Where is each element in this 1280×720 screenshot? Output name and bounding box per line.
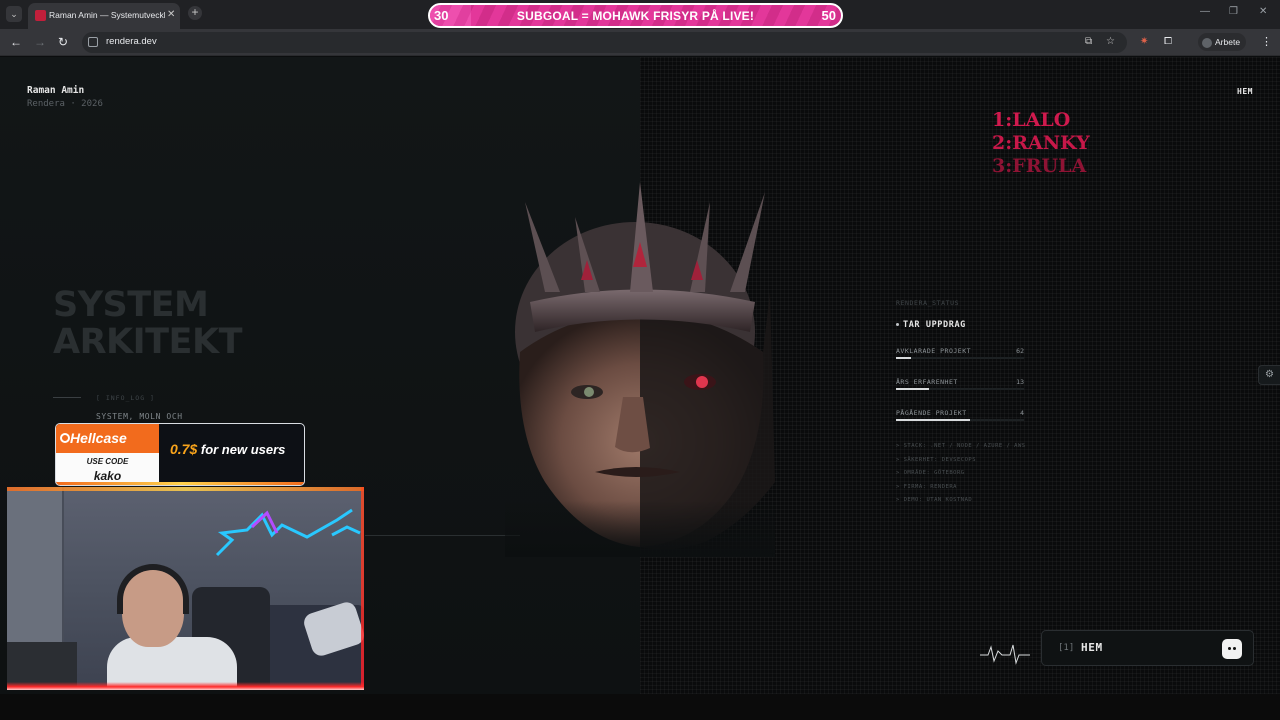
settings-gear-icon[interactable]: ⚙ (1258, 365, 1280, 385)
stat-label: ÅRS ERFARENHET (896, 378, 958, 386)
hero-title: SYSTEM ARKITEKT (53, 287, 273, 361)
webcam-feed (7, 487, 364, 690)
status-state: TAR UPPDRAG (896, 320, 1024, 330)
new-tab-button[interactable]: + (188, 6, 202, 20)
tab-close-icon[interactable]: ✕ (167, 9, 175, 20)
stat-value: 13 (1016, 378, 1024, 386)
tab-title: Raman Amin — Systemutveckla (49, 10, 165, 20)
connector-line (365, 535, 520, 536)
status-dot-icon (896, 323, 899, 326)
leaderboard-entry: 1:LALO (992, 109, 1071, 131)
browser-toolbar: ← → ↻ rendera.dev ⧉ ☆ ✷ ⧠ Arbete ⋮ (0, 29, 1280, 56)
site-owner-name[interactable]: Raman Amin (27, 85, 84, 96)
extensions-puzzle-icon[interactable]: ⧠ (1164, 36, 1172, 47)
stat-value: 62 (1016, 347, 1024, 355)
profile-avatar (1202, 37, 1212, 48)
detail-line: > OMRÅDE: GÖTEBORG (896, 470, 965, 476)
info-description: SYSTEM, MOLN OCH (96, 412, 183, 421)
webcam-fire-border (7, 682, 364, 690)
back-arrow-icon[interactable]: ← (10, 35, 22, 49)
chat-bot-button[interactable] (1222, 639, 1242, 659)
close-window-button[interactable]: ✕ (1259, 6, 1267, 17)
stat-fill-bar (896, 419, 971, 421)
crowned-portrait-image (505, 182, 775, 557)
stat-label: PÅGÅENDE PROJEKT (896, 409, 967, 417)
terminal-label: HEM (1081, 641, 1103, 654)
stat-value: 4 (1020, 409, 1024, 417)
subgoal-target-count: 50 (821, 8, 836, 23)
stat-track (896, 357, 1024, 359)
stat-fill-bar (896, 357, 912, 359)
stat-row: ÅRS ERFARENHET 13 (896, 378, 1024, 392)
status-details: > STACK: .NET / NODE / AZURE / AWS > SÄK… (896, 440, 1026, 508)
bottom-strip (0, 694, 1280, 720)
leaderboard-overlay: 1:LALO 2:RANKY 3:FRULA (992, 109, 1090, 178)
sponsor-offer: 0.7$ for new users (170, 441, 285, 457)
maximize-button[interactable]: ❐ (1229, 6, 1238, 17)
address-bar[interactable]: rendera.dev ⧉ ☆ (82, 32, 1127, 53)
tab-favicon-icon (35, 10, 46, 21)
webcam-frame-side (361, 487, 364, 690)
info-log-label: [ INFO_LOG ] (96, 394, 155, 402)
sponsor-flame-border (56, 482, 304, 485)
extension-icon[interactable]: ✷ (1140, 36, 1148, 47)
minimize-button[interactable]: — (1200, 6, 1210, 17)
stat-label: AVKLARADE PROJEKT (896, 347, 972, 355)
status-panel-label: RENDERA_STATUS (896, 299, 960, 307)
info-divider (53, 397, 81, 398)
sponsor-code-label: USE CODE (86, 457, 129, 466)
site-subtitle: Rendera · 2026 (27, 99, 103, 109)
leaderboard-entry: 3:FRULA (992, 155, 1087, 177)
heartbeat-icon (980, 644, 1030, 665)
sponsor-banner: Hellcase USE CODE kako 0.7$ for new user… (55, 423, 305, 486)
stat-row: PÅGÅENDE PROJEKT 4 (896, 409, 1024, 423)
stat-fill-bar (896, 388, 930, 390)
forward-arrow-icon[interactable]: → (34, 35, 46, 49)
nav-home-link[interactable]: HEM (1237, 87, 1253, 96)
reload-icon[interactable]: ↻ (58, 35, 68, 49)
install-app-icon[interactable]: ⧉ (1085, 36, 1092, 47)
sponsor-brand-name: Hellcase (70, 430, 127, 446)
leaderboard-entry: 2:RANKY (992, 132, 1090, 154)
stat-row: AVKLARADE PROJEKT 62 (896, 347, 1024, 361)
detail-line: > SÄKERHET: DEVSECOPS (896, 456, 977, 463)
profile-name: Arbete (1215, 37, 1241, 47)
status-panel: RENDERA_STATUS TAR UPPDRAG AVKLARADE PRO… (896, 299, 1026, 508)
subgoal-text: SUBGOAL = MOHAWK FRISYR PÅ LIVE! (516, 9, 755, 23)
detail-line: > FIRMA: RENDERA (896, 483, 957, 490)
profile-button[interactable]: Arbete (1198, 33, 1247, 51)
bookmark-star-icon[interactable]: ☆ (1106, 36, 1115, 47)
terminal-index: [1] (1058, 643, 1075, 653)
sponsor-offer-amount: 0.7$ (170, 441, 198, 457)
terminal-nav-box[interactable]: [1] HEM (1041, 630, 1254, 666)
browser-tab[interactable]: Raman Amin — Systemutveckla ✕ (28, 3, 180, 29)
detail-line: > STACK: .NET / NODE / AZURE / AWS (896, 443, 1026, 449)
status-state-text: TAR UPPDRAG (903, 320, 966, 330)
hero-title-line: SYSTEM (53, 285, 209, 325)
url-text[interactable]: rendera.dev (106, 36, 157, 47)
sponsor-code-value: kako (93, 469, 122, 483)
neon-light-decoration (215, 508, 361, 557)
tab-search-icon[interactable]: ⌄ (6, 6, 22, 22)
sponsor-offer-text: for new users (197, 442, 286, 457)
hellcase-logo-icon (60, 433, 70, 443)
sponsor-brand: Hellcase (56, 424, 159, 453)
detail-line: > DEMO: UTAN KOSTNAD (896, 497, 973, 503)
webcam-frame-top (7, 487, 364, 491)
browser-menu-icon[interactable]: ⋮ (1261, 35, 1272, 48)
subgoal-bar: 30 SUBGOAL = MOHAWK FRISYR PÅ LIVE! 50 (428, 3, 843, 28)
hero-title-line: ARKITEKT (53, 322, 242, 362)
site-info-icon[interactable] (88, 37, 98, 47)
